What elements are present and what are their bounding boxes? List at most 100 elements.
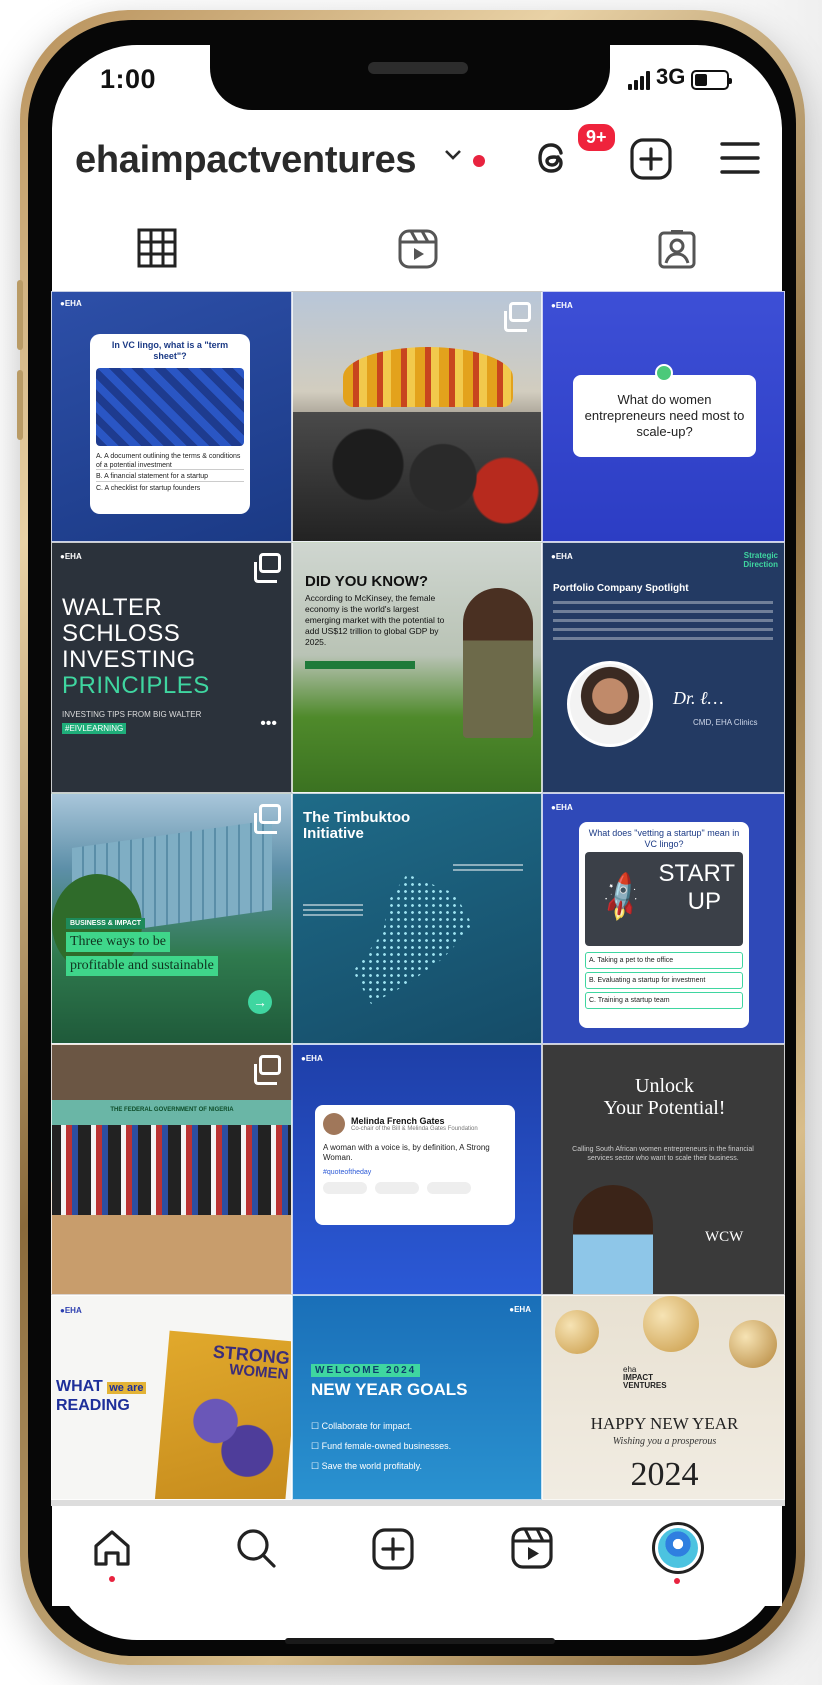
post-government-event[interactable]: THE FEDERAL GOVERNMENT OF NIGERIA	[51, 1044, 292, 1295]
create-post-icon[interactable]	[628, 136, 674, 182]
title-line-3: INVESTING	[62, 646, 196, 673]
reels-icon[interactable]	[397, 228, 439, 270]
signature: Dr. ℓ…	[673, 688, 724, 708]
unlock-body: Calling South African women entrepreneur…	[572, 1146, 754, 1162]
quiz-option-c: C. A checklist for startup founders	[96, 485, 201, 492]
source-bar	[305, 661, 415, 669]
welcome-tag: WELCOME 2024	[311, 1364, 421, 1377]
chevron-down-icon[interactable]	[443, 148, 463, 162]
title-line-4: PRINCIPLES	[62, 672, 210, 699]
ceremonial-umbrella	[343, 347, 513, 407]
startup-image: START UP 🚀	[585, 852, 743, 946]
quiz-question: In VC lingo, what is a "term sheet"?	[111, 340, 229, 361]
home-icon[interactable]	[90, 1526, 134, 1570]
post-women-entrepreneurs[interactable]: ●EHA What do women entrepreneurs need mo…	[542, 291, 785, 542]
status-indicators: 3G	[628, 64, 733, 90]
subtitle: INVESTING TIPS FROM BIG WALTER	[62, 710, 202, 719]
what-label: WHAT	[56, 1378, 103, 1395]
volume-up-button	[17, 280, 23, 350]
post-vetting-startup[interactable]: ●EHA What does "vetting a startup" mean …	[542, 793, 785, 1044]
carousel-icon	[254, 804, 281, 834]
bottom-navigation	[52, 1506, 782, 1606]
post-tag: BUSINESS & IMPACT	[66, 918, 146, 929]
headline-1: Three ways to be	[66, 932, 171, 952]
post-walter-schloss[interactable]: ●EHA WALTER SCHLOSS INVESTING PRINCIPLES…	[51, 542, 292, 793]
quote-hashtag: #quoteoftheday	[323, 1169, 372, 1176]
notification-dot	[473, 155, 485, 167]
home-notification-dot	[109, 1576, 115, 1582]
goal-item-1: ☐ Collaborate for impact.	[311, 1421, 413, 1431]
crowd	[293, 412, 541, 541]
battery-icon	[691, 70, 733, 90]
signal-icon	[628, 70, 650, 90]
create-icon[interactable]	[370, 1526, 416, 1572]
up-word: UP	[687, 888, 721, 915]
question-card: What do women entrepreneurs need most to…	[573, 375, 756, 457]
we-are-label: we are	[107, 1382, 146, 1394]
founder-role: CMD, EHA Clinics	[693, 718, 758, 727]
eha-logo: ●EHA	[551, 552, 573, 561]
post-event-photo[interactable]	[292, 291, 542, 542]
post-portfolio-spotlight[interactable]: ●EHA Strategic Direction Portfolio Compa…	[542, 542, 785, 793]
carousel-icon	[254, 1055, 281, 1085]
dyk-body: According to McKinsey, the female econom…	[305, 593, 445, 647]
profile-header: ehaimpactventures 9+	[75, 121, 775, 189]
eha-logo: ●EHA	[551, 301, 573, 310]
menu-icon[interactable]	[718, 136, 762, 180]
goals-title: NEW YEAR GOALS	[311, 1380, 468, 1399]
quiz-image	[96, 368, 244, 446]
grid-icon[interactable]	[137, 228, 177, 268]
author-avatar	[323, 1113, 345, 1135]
quiz-card: In VC lingo, what is a "term sheet"? A. …	[90, 334, 250, 514]
hashtag: #EIVLEARNING	[62, 723, 127, 734]
speaker-grille	[368, 62, 468, 74]
author-role: Co-chair of the Bill & Melinda Gates Fou…	[351, 1125, 478, 1132]
book-illustration	[165, 1381, 287, 1481]
home-indicator	[285, 1638, 555, 1644]
eha-logo: ●EHA	[509, 1305, 531, 1314]
ornament	[729, 1320, 777, 1368]
post-happy-new-year[interactable]: eha IMPACT VENTURES HAPPY NEW YEAR Wishi…	[542, 1295, 785, 1500]
post-quote-melinda[interactable]: ●EHA Melinda French Gates Co-chair of th…	[292, 1044, 542, 1295]
notch	[210, 45, 610, 110]
post-three-ways[interactable]: BUSINESS & IMPACT Three ways to be profi…	[51, 793, 292, 1044]
post-new-year-goals[interactable]: ●EHA WELCOME 2024 NEW YEAR GOALS ☐ Colla…	[292, 1295, 542, 1500]
brand-line-3: VENTURES	[623, 1381, 667, 1390]
founder-photo	[567, 661, 653, 747]
ornament	[643, 1296, 699, 1352]
eha-logo	[658, 1528, 698, 1568]
network-type: 3G	[656, 64, 686, 89]
event-banner: THE FEDERAL GOVERNMENT OF NIGERIA	[110, 1107, 234, 1113]
post-what-we-are-reading[interactable]: ●EHA WHAT we are READING STRONG WOMEN	[51, 1295, 292, 1500]
eha-logo: ●EHA	[60, 299, 82, 308]
stat-text	[303, 904, 363, 916]
posts-grid: ●EHA In VC lingo, what is a "term sheet"…	[51, 291, 785, 1506]
stat-text	[453, 864, 523, 874]
account-username[interactable]: ehaimpactventures	[75, 139, 417, 182]
eha-logo: ●EHA	[60, 552, 82, 561]
quiz-card: What does "vetting a startup" mean in VC…	[579, 822, 749, 1028]
spotlight-text	[553, 601, 773, 641]
tagged-icon[interactable]	[657, 228, 697, 270]
post-term-sheet[interactable]: ●EHA In VC lingo, what is a "term sheet"…	[51, 291, 292, 542]
arrow-button-icon: →	[248, 990, 272, 1014]
like-pill	[375, 1182, 419, 1194]
reels-icon[interactable]	[510, 1526, 554, 1570]
threads-badge: 9+	[575, 121, 618, 154]
profile-tabs	[52, 210, 782, 270]
post-unlock-potential[interactable]: Unlock Your Potential! Calling South Afr…	[542, 1044, 785, 1295]
profile-avatar[interactable]	[652, 1522, 704, 1574]
post-timbuktoo[interactable]: The Timbuktoo Initiative	[292, 793, 542, 1044]
post-did-you-know[interactable]: DID YOU KNOW? According to McKinsey, the…	[292, 542, 542, 793]
eha-logo: ●EHA	[301, 1054, 323, 1063]
hny-title: HAPPY NEW YEAR	[590, 1414, 739, 1433]
quiz-option-b: B. A financial statement for a startup	[96, 470, 244, 482]
quiz-question: What does "vetting a startup" mean in VC…	[588, 828, 740, 849]
search-pill	[323, 1182, 367, 1194]
woman-portrait	[573, 1185, 653, 1294]
threads-icon[interactable]	[530, 136, 574, 180]
search-icon[interactable]	[234, 1526, 278, 1570]
quiz-option-a: A. Taking a pet to the office	[585, 952, 743, 969]
dyk-title: DID YOU KNOW?	[305, 573, 429, 590]
goal-item-3: ☐ Save the world profitably.	[311, 1461, 422, 1471]
